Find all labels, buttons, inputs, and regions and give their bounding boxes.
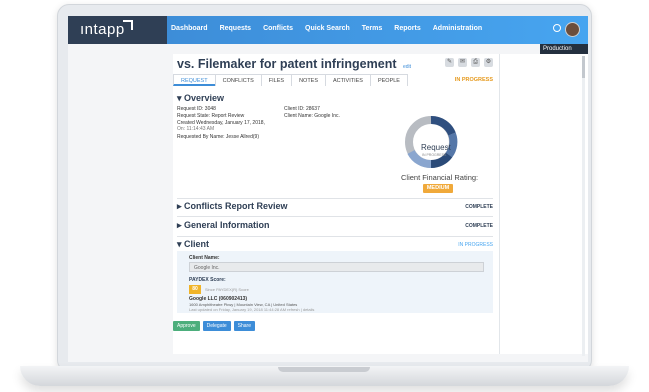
- print-icon[interactable]: ⎙: [471, 58, 480, 67]
- section-status-in-progress: IN PROGRESS: [458, 242, 493, 248]
- divider: [177, 198, 493, 199]
- mail-icon[interactable]: ✉: [458, 58, 467, 67]
- intapp-logo[interactable]: ıntapp: [80, 21, 125, 38]
- client-panel: Client Name: Google Inc. PAYDEX Score: 8…: [177, 251, 493, 313]
- search-icon[interactable]: [553, 24, 561, 32]
- client-name: Client Name: Google Inc.: [284, 113, 340, 119]
- action-buttons: Approve Delegate Share: [173, 321, 255, 331]
- requested-by: Requested By Name: Jesse Allred(9): [177, 134, 259, 140]
- request-id: Request ID: 3048: [177, 106, 216, 112]
- share-button[interactable]: Share: [233, 321, 255, 331]
- rating-label: Client Financial Rating:: [401, 173, 479, 182]
- edit-title-link[interactable]: edit: [403, 64, 411, 70]
- donut-center-label: Request: [421, 143, 451, 152]
- client-id: Client ID: 28637: [284, 106, 320, 112]
- environment-badge: Production: [540, 44, 588, 54]
- divider: [177, 236, 493, 237]
- toolbar: ✎ ✉ ⎙ ⚙: [445, 58, 493, 67]
- main-content: vs. Filemaker for patent infringement ed…: [173, 54, 499, 354]
- client-name-field[interactable]: Google Inc.: [189, 262, 484, 272]
- rating-badge: MEDIUM: [423, 184, 453, 193]
- laptop-notch: [278, 367, 370, 372]
- approve-button[interactable]: Approve: [173, 321, 200, 331]
- overview-heading[interactable]: ▾ Overview: [177, 93, 224, 104]
- nav-requests[interactable]: Requests: [220, 25, 252, 32]
- section-client[interactable]: ▾ Client: [177, 239, 209, 250]
- gear-icon[interactable]: ⚙: [484, 58, 493, 67]
- paydex-note: Since PAYDEX(R) Score: [205, 287, 249, 292]
- paydex-label: PAYDEX Score:: [189, 277, 226, 283]
- section-status-complete: COMPLETE: [465, 223, 493, 229]
- created-time: On: 11:14:43 AM: [177, 126, 215, 132]
- delegate-button[interactable]: Delegate: [202, 321, 231, 331]
- tab-activities[interactable]: ACTIVITIES: [325, 74, 371, 86]
- section-conflicts-report[interactable]: ▸ Conflicts Report Review: [177, 201, 288, 212]
- donut-center-sub: IN PROGRESS: [422, 153, 447, 157]
- last-updated: Last updated on Friday, January 19, 2018…: [189, 307, 315, 312]
- divider: [177, 216, 493, 217]
- client-name-label: Client Name:: [189, 255, 220, 261]
- top-navigation-bar: ıntapp Dashboard Requests Conflicts Quic…: [68, 16, 588, 44]
- nav-administration[interactable]: Administration: [433, 25, 482, 32]
- nav-terms[interactable]: Terms: [362, 25, 383, 32]
- logo-mark-icon: [123, 20, 133, 30]
- section-status-complete: COMPLETE: [465, 204, 493, 210]
- request-status-donut: [405, 116, 458, 168]
- edit-icon[interactable]: ✎: [445, 58, 454, 67]
- donut-segment-1: [430, 116, 456, 136]
- scrollbar[interactable]: [582, 56, 585, 356]
- request-status: IN PROGRESS: [454, 77, 493, 83]
- main-nav: Dashboard Requests Conflicts Quick Searc…: [171, 25, 482, 32]
- page-title-text: vs. Filemaker for patent infringement: [177, 57, 397, 71]
- user-avatar[interactable]: [565, 22, 580, 37]
- nav-conflicts[interactable]: Conflicts: [263, 25, 293, 32]
- right-panel: [499, 54, 588, 354]
- request-tabs: REQUEST CONFLICTS FILES NOTES ACTIVITIES…: [173, 74, 408, 86]
- nav-dashboard[interactable]: Dashboard: [171, 25, 208, 32]
- tab-request[interactable]: REQUEST: [173, 74, 216, 86]
- tab-notes[interactable]: NOTES: [291, 74, 327, 86]
- nav-quick-search[interactable]: Quick Search: [305, 25, 350, 32]
- app-screen: ıntapp Dashboard Requests Conflicts Quic…: [68, 16, 588, 362]
- tab-conflicts[interactable]: CONFLICTS: [214, 74, 262, 86]
- paydex-score: 80: [189, 285, 201, 294]
- nav-reports[interactable]: Reports: [394, 25, 420, 32]
- tab-files[interactable]: FILES: [260, 74, 293, 86]
- scrollbar-thumb[interactable]: [582, 56, 585, 78]
- section-general-info[interactable]: ▸ General Information: [177, 220, 270, 231]
- request-state: Request State: Report Review: [177, 113, 245, 119]
- tab-people[interactable]: PEOPLE: [369, 74, 408, 86]
- page-title: vs. Filemaker for patent infringement ed…: [177, 57, 411, 71]
